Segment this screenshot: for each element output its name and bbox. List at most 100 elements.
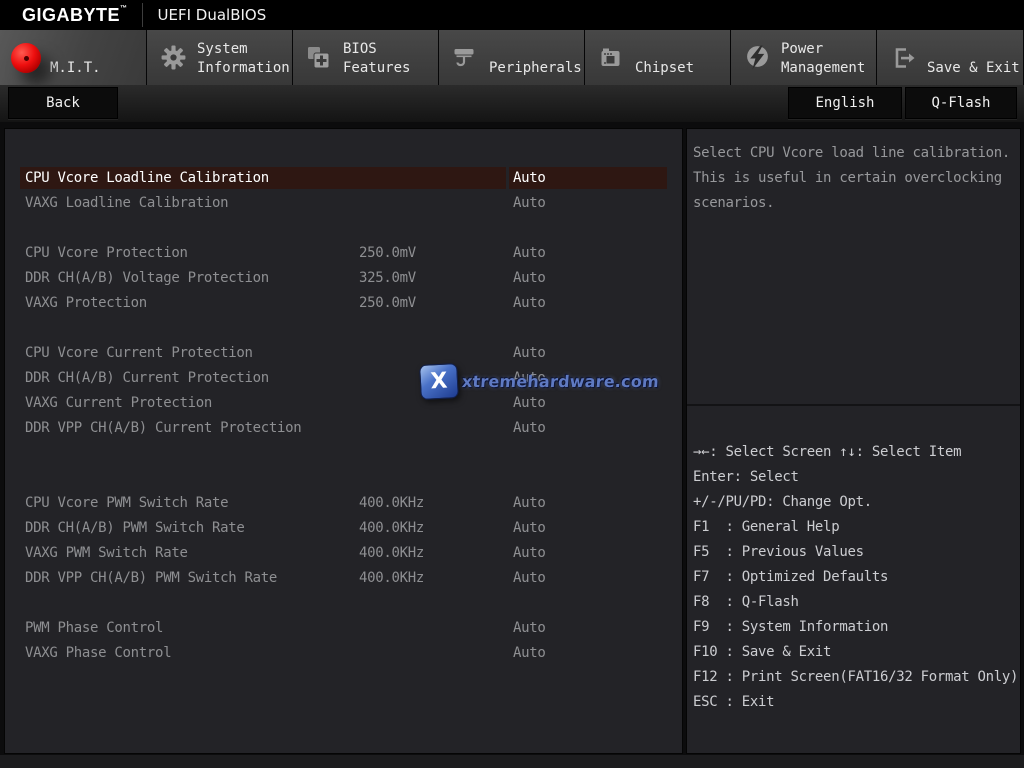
legend-line: F12 : Print Screen(FAT16/32 Format Only) — [693, 665, 1018, 690]
tab-label: M.I.T. — [50, 59, 101, 78]
setting-value: 325.0mV — [359, 266, 416, 291]
settings-row[interactable]: VAXG Loadline Calibration Auto — [5, 191, 682, 216]
tab-peripherals[interactable]: Peripherals — [439, 30, 584, 85]
setting-option[interactable]: Auto — [513, 241, 546, 266]
help-line: scenarios. — [693, 191, 1016, 216]
legend-line: F1 : General Help — [693, 515, 1018, 540]
bios-title: UEFI DualBIOS — [158, 6, 267, 24]
setting-value: 400.0KHz — [359, 516, 424, 541]
legend-line: F7 : Optimized Defaults — [693, 565, 1018, 590]
watermark-x-icon: X — [419, 363, 459, 400]
legend-line: +/-/PU/PD: Change Opt. — [693, 490, 1018, 515]
setting-option[interactable]: Auto — [513, 516, 546, 541]
settings-row[interactable]: VAXG Protection 250.0mV Auto — [5, 291, 682, 316]
mouse-icon — [449, 43, 481, 73]
setting-label: VAXG Protection — [25, 291, 147, 316]
tab-save-exit[interactable]: Save & Exit — [877, 30, 1023, 85]
title-bar: GIGABYTE™ UEFI DualBIOS — [0, 0, 1024, 30]
tab-system-information[interactable]: System Information — [147, 30, 292, 85]
setting-option[interactable]: Auto — [513, 191, 546, 216]
help-text: Select CPU Vcore load line calibration. … — [687, 129, 1020, 406]
setting-label: DDR CH(A/B) Voltage Protection — [25, 266, 269, 291]
watermark: X xtremehardware.com — [420, 364, 659, 399]
settings-row[interactable]: DDR VPP CH(A/B) PWM Switch Rate 400.0KHz A… — [5, 566, 682, 591]
mit-red-orb-icon — [10, 43, 42, 73]
settings-row[interactable]: CPU Vcore Protection 250.0mV Auto — [5, 241, 682, 266]
legend-line: ESC : Exit — [693, 690, 1018, 715]
setting-option[interactable]: Auto — [513, 491, 546, 516]
help-line: This is useful in certain overclocking — [693, 166, 1016, 191]
tab-label: Save & Exit — [927, 59, 1020, 78]
setting-option[interactable]: Auto — [513, 616, 546, 641]
header-divider — [142, 3, 143, 27]
trademark: ™ — [120, 5, 128, 12]
setting-label: PWM Phase Control — [25, 616, 163, 641]
settings-row[interactable]: VAXG PWM Switch Rate 400.0KHz Auto — [5, 541, 682, 566]
chipset-icon — [595, 43, 627, 73]
setting-label: DDR VPP CH(A/B) PWM Switch Rate — [25, 566, 277, 591]
setting-label: VAXG Loadline Calibration — [25, 191, 228, 216]
bios-chip-plus-icon — [303, 43, 335, 73]
language-button[interactable]: English — [788, 87, 902, 119]
bottom-strip — [0, 755, 1024, 768]
gear-icon — [157, 43, 189, 73]
tab-bar: M.I.T. System Information — [0, 30, 1024, 85]
legend-line: F9 : System Information — [693, 615, 1018, 640]
tab-label: Features — [343, 59, 410, 78]
setting-label: DDR CH(A/B) PWM Switch Rate — [25, 516, 244, 541]
legend-line: Enter: Select — [693, 465, 1018, 490]
lightning-bolt-icon — [741, 43, 773, 73]
setting-option[interactable]: Auto — [513, 291, 546, 316]
settings-row[interactable]: DDR CH(A/B) PWM Switch Rate 400.0KHz Auto — [5, 516, 682, 541]
legend-line: F5 : Previous Values — [693, 540, 1018, 565]
help-line: Select CPU Vcore load line calibration. — [693, 141, 1016, 166]
tab-label: System — [197, 40, 290, 59]
setting-option[interactable]: Auto — [513, 266, 546, 291]
key-legend: →←: Select Screen ↑↓: Select ItemEnter: … — [687, 406, 1020, 715]
tab-label: Information — [197, 59, 290, 78]
settings-row[interactable]: DDR CH(A/B) Voltage Protection 325.0mV Aut… — [5, 266, 682, 291]
setting-option[interactable]: Auto — [513, 541, 546, 566]
tab-label: Chipset — [635, 59, 694, 78]
settings-row[interactable]: PWM Phase Control Auto — [5, 616, 682, 641]
gigabyte-logo: GIGABYTE™ — [22, 5, 128, 26]
setting-label: CPU Vcore Protection — [25, 241, 188, 266]
watermark-text: xtremehardware.com — [461, 372, 659, 391]
tab-chipset[interactable]: Chipset — [585, 30, 730, 85]
setting-value: 250.0mV — [359, 291, 416, 316]
setting-option[interactable]: Auto — [513, 166, 546, 191]
setting-label: CPU Vcore Loadline Calibration — [25, 166, 269, 191]
setting-option[interactable]: Auto — [513, 566, 546, 591]
tab-power-management[interactable]: Power Management — [731, 30, 876, 85]
settings-row[interactable]: CPU Vcore PWM Switch Rate 400.0KHz Auto — [5, 491, 682, 516]
setting-value: 250.0mV — [359, 241, 416, 266]
settings-panel: CPU Vcore Loadline CalibrationAutoVAXG L… — [4, 128, 683, 754]
setting-option[interactable]: Auto — [513, 341, 546, 366]
settings-row[interactable]: CPU Vcore Loadline Calibration Auto — [5, 166, 682, 191]
brand-text: GIGABYTE — [22, 5, 120, 25]
tab-mit[interactable]: M.I.T. — [0, 30, 146, 85]
setting-value: 400.0KHz — [359, 491, 424, 516]
legend-line: →←: Select Screen ↑↓: Select Item — [693, 440, 1018, 465]
settings-row[interactable]: VAXG Phase Control Auto — [5, 641, 682, 666]
settings-row[interactable]: DDR VPP CH(A/B) Current Protection Auto — [5, 416, 682, 441]
setting-label: VAXG PWM Switch Rate — [25, 541, 188, 566]
setting-label: DDR VPP CH(A/B) Current Protection — [25, 416, 301, 441]
legend-line: F10 : Save & Exit — [693, 640, 1018, 665]
setting-option[interactable]: Auto — [513, 641, 546, 666]
setting-label: CPU Vcore PWM Switch Rate — [25, 491, 228, 516]
setting-value: 400.0KHz — [359, 566, 424, 591]
setting-label: VAXG Phase Control — [25, 641, 171, 666]
qflash-button[interactable]: Q-Flash — [905, 87, 1017, 119]
tab-label: Management — [781, 59, 865, 78]
help-panel: Select CPU Vcore load line calibration. … — [686, 128, 1021, 754]
exit-door-arrow-icon — [887, 43, 919, 73]
tab-bios-features[interactable]: BIOS Features — [293, 30, 438, 85]
setting-option[interactable]: Auto — [513, 416, 546, 441]
setting-value: 400.0KHz — [359, 541, 424, 566]
back-button[interactable]: Back — [8, 87, 118, 119]
setting-label: CPU Vcore Current Protection — [25, 341, 253, 366]
tab-label: Peripherals — [489, 59, 582, 78]
settings-row[interactable]: CPU Vcore Current Protection Auto — [5, 341, 682, 366]
toolbar: Back English Q-Flash — [0, 85, 1024, 122]
